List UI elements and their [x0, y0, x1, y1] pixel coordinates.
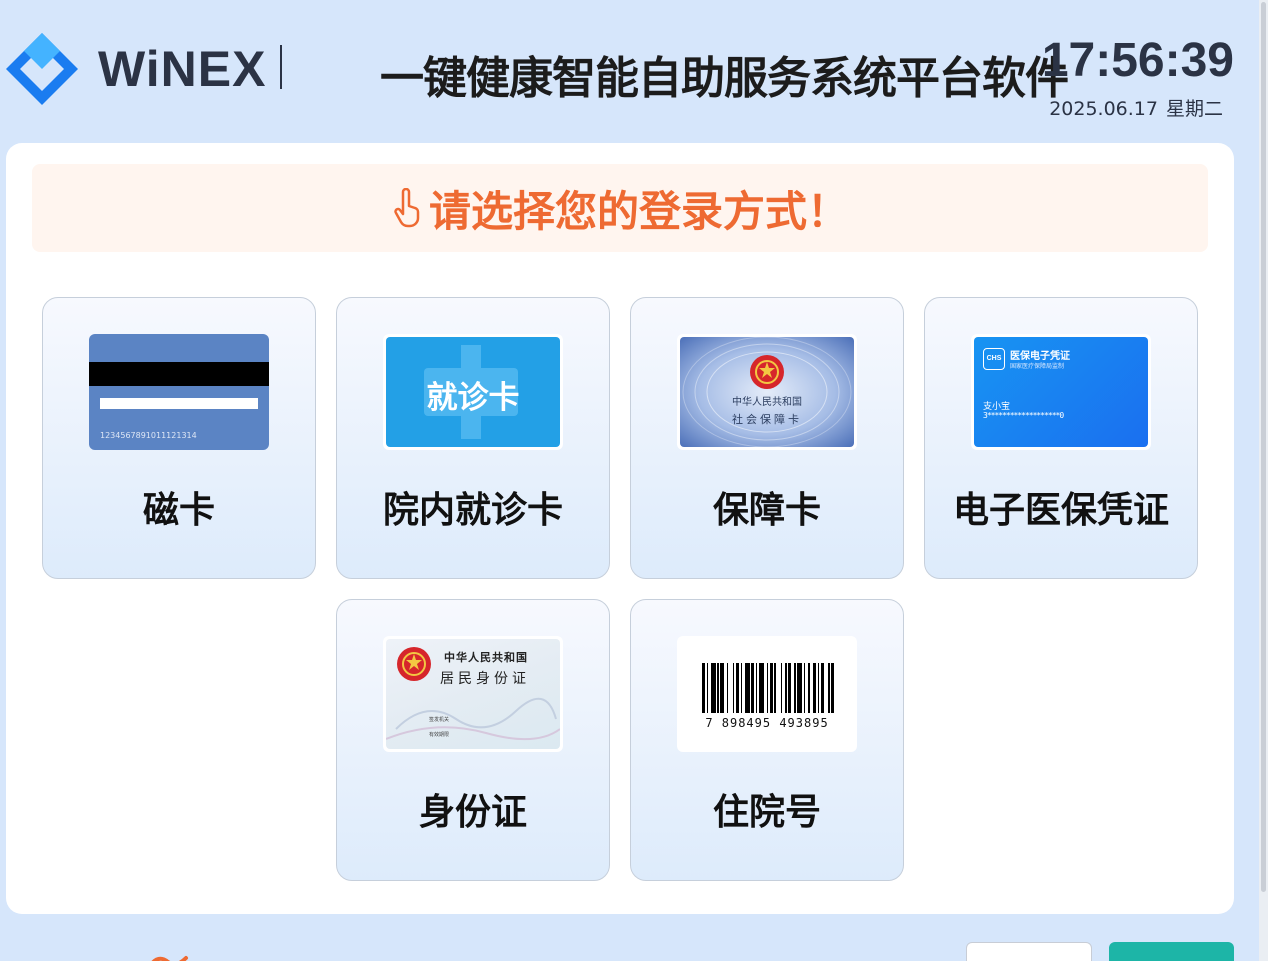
- ssc-country: 中华人民共和国: [732, 397, 802, 408]
- id-title: 居民身份证: [440, 671, 530, 687]
- banner-text: 请选择您的登录方式！: [428, 186, 849, 236]
- barcode-bar: [828, 663, 830, 713]
- barcode-bar: [720, 663, 724, 713]
- option-id-card[interactable]: 中华人民共和国 居民身份证 签发机关 有效期限 身份证: [336, 599, 610, 881]
- barcode-bar: [735, 663, 739, 713]
- option-inpatient-number[interactable]: 7 898495 493895 住院号: [630, 599, 904, 881]
- e-voucher-sub: 国家医疗保障局监制: [1010, 363, 1065, 370]
- card-number: 1234567891011121314: [100, 431, 197, 440]
- id-card-image: 中华人民共和国 居民身份证 签发机关 有效期限: [383, 636, 563, 752]
- national-emblem-icon: [397, 647, 431, 681]
- option-label: 住院号: [712, 792, 821, 833]
- vertical-scrollbar[interactable]: [1259, 0, 1268, 961]
- option-e-insurance-voucher[interactable]: CHS 医保电子凭证 国家医疗保障局监制 支小宝 3**************…: [924, 297, 1198, 579]
- barcode-bar: [740, 663, 743, 713]
- barcode-bar: [755, 663, 758, 713]
- login-panel: 请选择您的登录方式！ 1234567891011121314 磁卡 就诊卡 院内…: [6, 143, 1234, 914]
- barcode-bar: [788, 663, 792, 713]
- ssc-title: 社会保障卡: [732, 413, 802, 426]
- barcode-bar: [769, 663, 773, 713]
- barcode-bar: [785, 663, 787, 713]
- national-emblem-icon: [750, 355, 784, 389]
- barcode-bar: [758, 663, 764, 713]
- hospital-card-text: 就诊卡: [426, 380, 520, 416]
- barcode-digits: 7 898495 493895: [705, 716, 829, 730]
- brand-divider: [280, 45, 282, 89]
- barcode-bar: [803, 663, 806, 713]
- footer-secondary-button[interactable]: [966, 942, 1092, 961]
- option-magnetic-card[interactable]: 1234567891011121314 磁卡: [42, 297, 316, 579]
- footer-primary-button[interactable]: [1109, 942, 1234, 961]
- chs-logo: CHS: [983, 348, 1005, 370]
- barcode-bar: [711, 663, 716, 713]
- id-field-validity: 有效期限: [429, 732, 450, 738]
- option-hospital-card[interactable]: 就诊卡 院内就诊卡: [336, 297, 610, 579]
- option-label: 保障卡: [712, 490, 821, 531]
- social-security-card-image: 中华人民共和国 社会保障卡: [677, 334, 857, 450]
- id-country: 中华人民共和国: [444, 651, 528, 664]
- barcode-bar: [812, 663, 816, 713]
- magnetic-card-image: 1234567891011121314: [89, 334, 269, 450]
- clock-date: 2025.06.17 星期二: [1049, 94, 1223, 121]
- footer-decoration-icon: [151, 956, 188, 961]
- instruction-banner: 请选择您的登录方式！: [32, 164, 1208, 252]
- hospital-card-image: 就诊卡: [383, 334, 563, 450]
- e-insurance-card-image: CHS 医保电子凭证 国家医疗保障局监制 支小宝 3**************…: [971, 334, 1151, 450]
- barcode-bar: [732, 663, 735, 713]
- pointing-hand-icon: [394, 188, 420, 228]
- option-label: 电子医保凭证: [952, 490, 1169, 531]
- barcode-bars: [702, 663, 836, 721]
- app-title: 一键健康智能自助服务系统平台软件: [380, 53, 1069, 104]
- e-voucher-id: 3*******************0: [983, 411, 1064, 420]
- barcode-bar: [706, 663, 709, 713]
- weekday-text: 星期二: [1165, 98, 1223, 120]
- barcode-bar: [717, 663, 719, 713]
- e-voucher-title: 医保电子凭证: [1010, 351, 1070, 362]
- barcode-bar: [780, 663, 783, 713]
- id-field-authority: 签发机关: [429, 717, 450, 723]
- barcode-bar: [726, 663, 729, 713]
- date-text: 2025.06.17: [1049, 98, 1158, 120]
- barcode-bar: [751, 663, 755, 713]
- barcode-bar: [797, 663, 803, 713]
- barcode-bar: [817, 663, 820, 713]
- barcode-bar: [766, 663, 769, 713]
- option-label: 院内就诊卡: [382, 490, 563, 531]
- signature-strip: [100, 398, 258, 409]
- magnetic-stripe: [89, 362, 269, 386]
- option-social-security-card[interactable]: 中华人民共和国 社会保障卡 保障卡: [630, 297, 904, 579]
- barcode-bar: [702, 663, 706, 713]
- barcode-bar: [820, 663, 824, 713]
- great-wall-pattern: [386, 697, 560, 741]
- barcode-bar: [774, 663, 776, 713]
- winex-logo: [6, 33, 78, 105]
- scrollbar-thumb[interactable]: [1261, 2, 1266, 892]
- barcode-bar: [794, 663, 796, 713]
- clock-time: 17:56:39: [1041, 34, 1234, 87]
- barcode-bar: [745, 663, 750, 713]
- option-label: 身份证: [418, 792, 527, 833]
- option-label: 磁卡: [142, 490, 215, 531]
- barcode-image: 7 898495 493895: [677, 636, 857, 752]
- barcode-bar: [831, 663, 835, 713]
- barcode-bar: [808, 663, 810, 713]
- brand-name: WiNEX: [98, 41, 267, 97]
